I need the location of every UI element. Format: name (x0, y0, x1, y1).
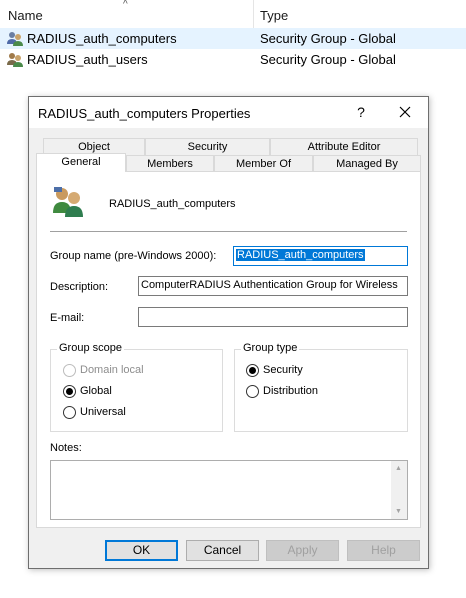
column-header-type[interactable]: Type (254, 0, 466, 30)
group-type-box: Group type Security Distribution (234, 342, 408, 432)
list-item[interactable]: RADIUS_auth_computers Security Group - G… (0, 28, 466, 49)
properties-dialog: RADIUS_auth_computers Properties ? Objec… (28, 96, 429, 569)
radio-security[interactable]: Security (246, 363, 396, 379)
tab-member-of-label: Member Of (235, 158, 291, 170)
radio-universal[interactable]: Universal (63, 405, 213, 421)
tab-managed-by-label: Managed By (336, 158, 398, 170)
radio-button[interactable] (246, 385, 259, 398)
help-button[interactable]: Help (347, 540, 420, 561)
tab-attribute-editor[interactable]: Attribute Editor (270, 138, 418, 155)
radio-domain-local-label: Domain local (80, 364, 144, 376)
radio-distribution[interactable]: Distribution (246, 384, 396, 400)
radio-button[interactable] (63, 406, 76, 419)
tab-security[interactable]: Security (145, 138, 270, 155)
tab-object-label: Object (78, 141, 110, 153)
dialog-title-bar[interactable]: RADIUS_auth_computers Properties ? (29, 97, 428, 128)
list-item-name: RADIUS_auth_users (27, 52, 148, 67)
scroll-down-icon[interactable]: ▼ (395, 508, 402, 515)
tab-managed-by[interactable]: Managed By (313, 155, 421, 172)
notes-scrollbar[interactable]: ▲ ▼ (391, 461, 407, 519)
sort-ascending-icon: ^ (123, 0, 128, 10)
close-icon[interactable] (393, 100, 417, 124)
tab-members-label: Members (147, 158, 193, 170)
radio-button (63, 364, 76, 377)
list-item-type: Security Group - Global (260, 52, 396, 67)
group-icon (7, 32, 23, 46)
pre-windows-2000-label: Group name (pre-Windows 2000): (50, 250, 217, 262)
description-value: ComputerRADIUS Authentication Group for … (141, 279, 398, 291)
description-field[interactable]: ComputerRADIUS Authentication Group for … (138, 276, 408, 296)
radio-global-label: Global (80, 385, 112, 397)
tab-security-label: Security (187, 141, 228, 153)
radio-security-label: Security (263, 364, 303, 376)
notes-label: Notes: (50, 442, 82, 454)
group-scope-box: Group scope Domain local Global Universa… (50, 342, 223, 432)
group-icon (53, 187, 83, 217)
divider (50, 231, 407, 232)
apply-button[interactable]: Apply (266, 540, 339, 561)
notes-field[interactable]: ▲ ▼ (50, 460, 408, 520)
pre-windows-2000-name-value: RADIUS_auth_computers (236, 249, 365, 261)
list-item-type: Security Group - Global (260, 31, 396, 46)
tab-general[interactable]: General (36, 153, 126, 172)
dialog-title: RADIUS_auth_computers Properties (38, 106, 251, 121)
list-item-name: RADIUS_auth_computers (27, 31, 177, 46)
radio-button[interactable] (63, 385, 76, 398)
radio-universal-label: Universal (80, 406, 126, 418)
scroll-up-icon[interactable]: ▲ (395, 465, 402, 472)
column-header-name-label: Name (8, 8, 43, 23)
pre-windows-2000-name-field[interactable]: RADIUS_auth_computers (233, 246, 408, 266)
description-label: Description: (50, 281, 109, 293)
email-field[interactable] (138, 307, 408, 327)
group-icon (7, 53, 23, 67)
ok-button[interactable]: OK (105, 540, 178, 561)
tab-member-of[interactable]: Member Of (214, 155, 313, 172)
list-header: Name ^ Type (0, 0, 466, 30)
tab-members[interactable]: Members (126, 155, 214, 172)
group-display-name: RADIUS_auth_computers (109, 198, 236, 210)
radio-distribution-label: Distribution (263, 385, 319, 397)
tab-attribute-editor-label: Attribute Editor (307, 141, 381, 153)
list-item[interactable]: RADIUS_auth_users Security Group - Globa… (0, 49, 466, 70)
radio-global[interactable]: Global (63, 384, 213, 400)
email-label: E-mail: (50, 312, 85, 324)
cancel-button[interactable]: Cancel (186, 540, 259, 561)
tab-general-label: General (61, 156, 101, 168)
radio-domain-local: Domain local (63, 363, 213, 379)
group-type-title: Group type (241, 342, 300, 354)
group-scope-title: Group scope (57, 342, 124, 354)
column-header-type-label: Type (260, 8, 289, 23)
general-tab-panel: RADIUS_auth_computers Group name (pre-Wi… (36, 171, 421, 528)
radio-button[interactable] (246, 364, 259, 377)
help-icon[interactable]: ? (349, 100, 373, 124)
